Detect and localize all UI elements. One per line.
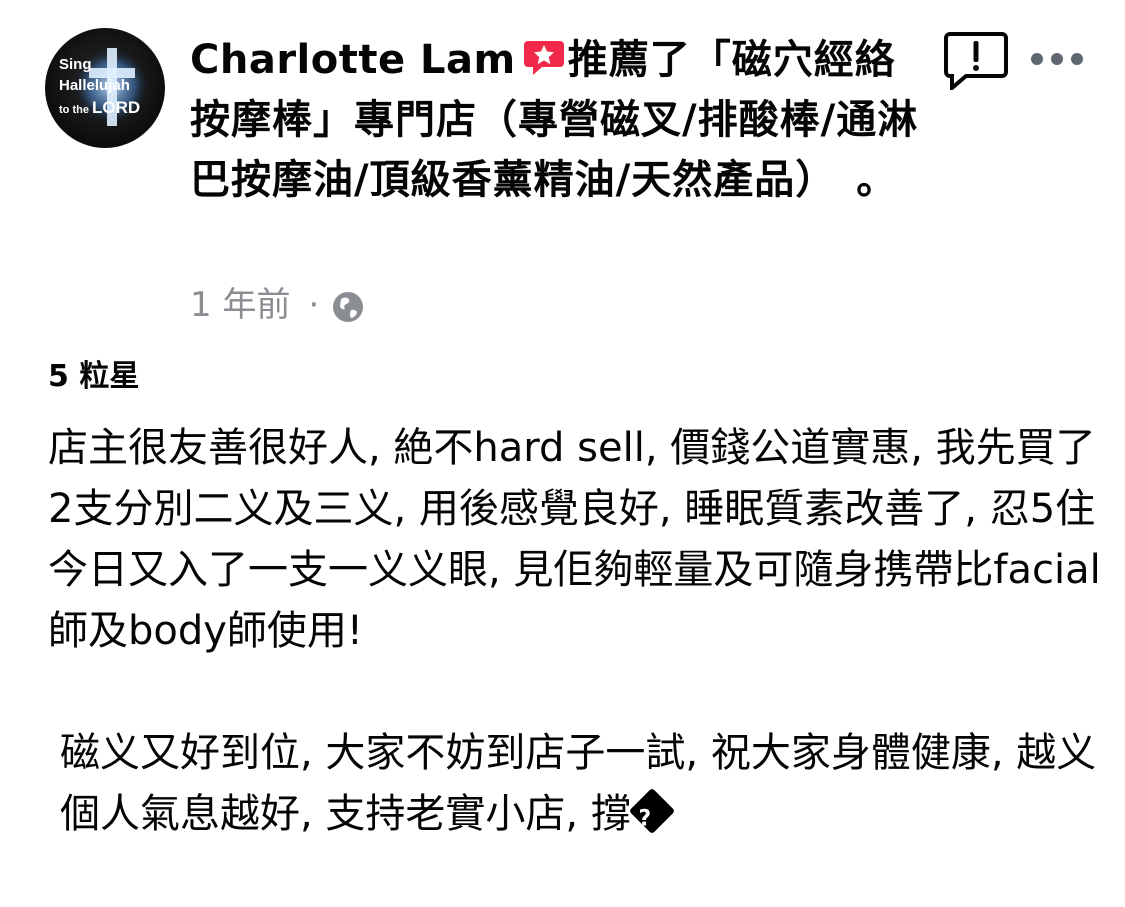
post-meta: 1 年前 · — [190, 280, 365, 330]
review-paragraph: 磁义又好到位, 大家不妨到店子一試, 祝大家身體健康, 越义個人氣息越好, 支持… — [48, 723, 1108, 845]
end-mark: 。 — [856, 157, 898, 203]
star-rating: 5 粒星 — [48, 359, 140, 394]
review-body: 店主很友善很好人, 絶不hard sell, 價錢公道實惠, 我先買了2支分別二… — [48, 418, 1108, 845]
replacement-glyph-icon: ? — [628, 787, 676, 835]
author-name[interactable]: Charlotte Lam — [190, 37, 516, 83]
report-exclamation-icon[interactable] — [942, 30, 1010, 90]
post-header: Charlotte Lam 推薦了「磁穴經絡按摩棒」專門店（專營磁叉/排酸棒/通… — [190, 30, 930, 210]
meta-separator: · — [308, 285, 320, 325]
globe-icon — [333, 292, 364, 322]
timestamp[interactable]: 1 年前 — [190, 285, 290, 325]
more-dots-icon[interactable] — [1025, 44, 1089, 74]
avatar[interactable]: Sing Hallelujah to the LORD — [45, 28, 165, 148]
avatar-caption: Sing Hallelujah to the LORD — [59, 56, 141, 117]
recommend-speech-bubble-icon — [523, 41, 564, 75]
review-paragraph: 店主很友善很好人, 絶不hard sell, 價錢公道實惠, 我先買了2支分別二… — [48, 425, 1101, 654]
review-paragraph-text: 磁义又好到位, 大家不妨到店子一試, 祝大家身體健康, 越义個人氣息越好, 支持… — [60, 730, 1097, 837]
